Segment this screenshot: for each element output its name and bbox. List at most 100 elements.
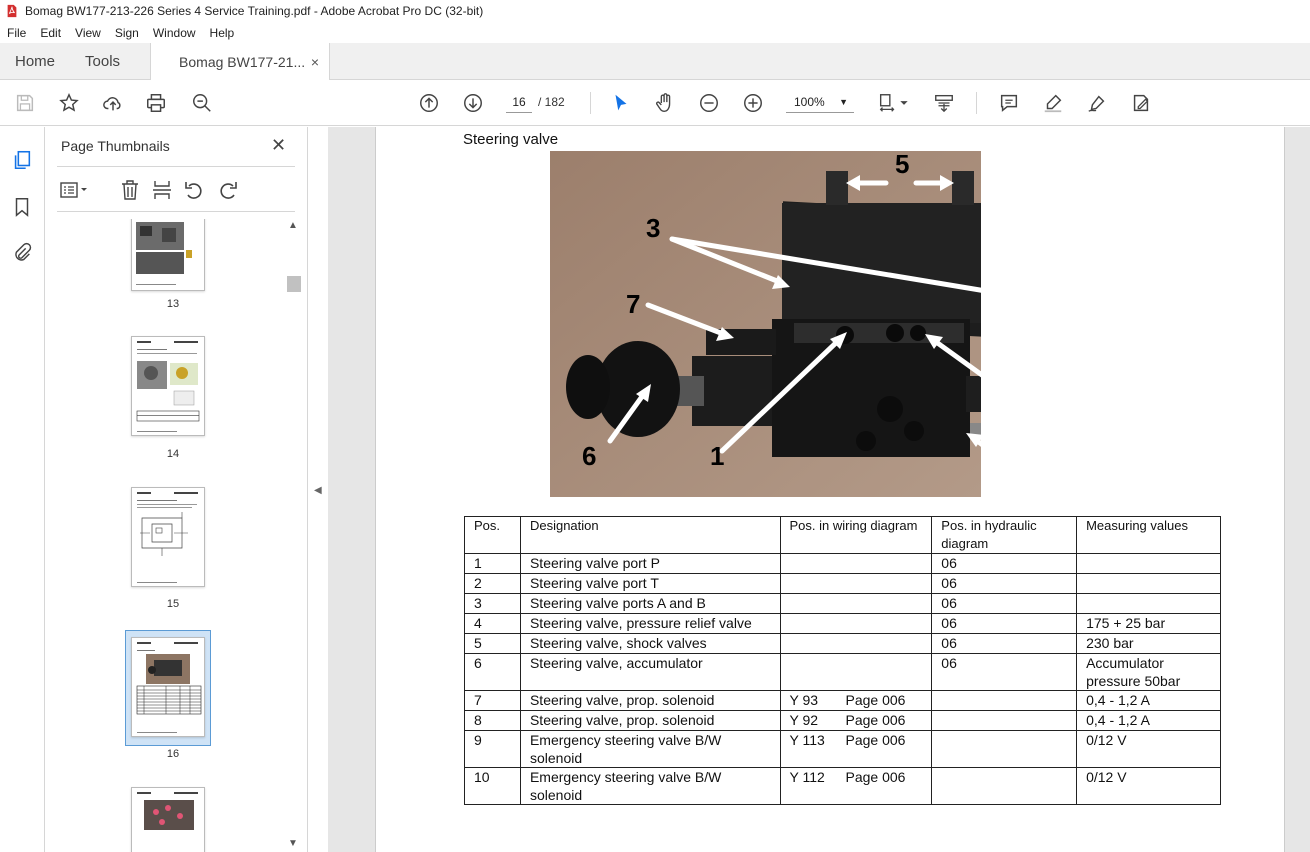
wiring-ref: Y 93 <box>789 692 819 708</box>
callout-label: 7 <box>626 289 640 319</box>
panel-divider <box>57 166 295 167</box>
table-row: 3 Steering valve ports A and B 06 <box>464 593 1221 614</box>
table-cell: 0/12 V <box>1076 730 1221 768</box>
zoom-level-value: 100% <box>794 95 825 109</box>
print-icon[interactable] <box>144 91 168 115</box>
delete-page-icon[interactable] <box>119 179 141 201</box>
page-fit-dropdown-icon[interactable] <box>898 91 910 115</box>
zoom-search-icon[interactable] <box>190 91 214 115</box>
page-preview-image <box>136 341 200 432</box>
table-row: 9 Emergency steering valve B/W solenoid Y … <box>464 730 1221 768</box>
menu-sign[interactable]: Sign <box>108 26 146 40</box>
rotate-counterclockwise-icon[interactable] <box>183 179 205 201</box>
menu-bar: File Edit View Sign Window Help <box>0 22 1310 43</box>
previous-page-icon[interactable] <box>417 91 441 115</box>
next-page-icon[interactable] <box>461 91 485 115</box>
fill-sign-icon[interactable] <box>1129 91 1153 115</box>
thumbnail-page-14[interactable] <box>131 336 205 436</box>
callout-label: 6 <box>582 441 596 471</box>
thumbnail-scrollbar[interactable]: ▲ ▼ <box>286 218 301 852</box>
table-row: 10 Emergency steering valve B/W solenoid Y… <box>464 767 1221 805</box>
column-header: Pos. in wiring diagram <box>779 516 933 554</box>
page-preview-image <box>136 222 192 285</box>
specification-table: Pos. Designation Pos. in wiring diagram … <box>464 516 1221 805</box>
select-cursor-icon[interactable] <box>609 91 633 115</box>
menu-window[interactable]: Window <box>146 26 203 40</box>
table-cell <box>1076 573 1221 594</box>
zoom-in-icon[interactable] <box>741 91 765 115</box>
scrollbar-thumb[interactable] <box>287 276 301 292</box>
page-number-input[interactable]: 16 <box>506 91 532 113</box>
table-cell: 06 <box>931 653 1078 691</box>
wiring-ref: Y 112 <box>789 769 825 785</box>
scroll-down-icon[interactable]: ▼ <box>288 838 298 849</box>
scroll-mode-icon[interactable] <box>932 91 956 115</box>
table-cell: Steering valve port P <box>519 553 781 574</box>
table-cell <box>779 653 933 691</box>
comment-icon[interactable] <box>997 91 1021 115</box>
zoom-level-select[interactable]: 100% ▼ <box>786 91 854 113</box>
table-cell: Steering valve, accumulator <box>519 653 781 691</box>
thumbnail-page-16[interactable] <box>131 637 205 737</box>
table-cell: Y 113 Page 006 <box>779 730 933 768</box>
extract-page-icon[interactable] <box>151 179 173 201</box>
table-cell: Steering valve, prop. solenoid <box>519 710 781 731</box>
column-header: Measuring values <box>1076 516 1221 554</box>
close-panel-icon[interactable]: ✕ <box>271 135 286 156</box>
table-cell: Y 93 Page 006 <box>779 690 933 711</box>
menu-view[interactable]: View <box>68 26 108 40</box>
page-thumbnails-icon[interactable] <box>11 149 33 171</box>
table-row: 7 Steering valve, prop. solenoid Y 93 Page … <box>464 690 1221 711</box>
page-total: / 182 <box>538 95 565 109</box>
hand-tool-icon[interactable] <box>653 91 677 115</box>
table-cell <box>931 767 1078 805</box>
table-cell: 06 <box>931 573 1078 594</box>
bookmark-star-icon[interactable] <box>57 91 81 115</box>
callout-label: 3 <box>646 213 660 243</box>
attachments-icon[interactable] <box>11 242 33 264</box>
table-cell: 06 <box>931 593 1078 614</box>
thumbnail-page-17[interactable] <box>131 787 205 852</box>
close-tab-icon[interactable]: × <box>311 54 319 70</box>
column-header: Pos. in hydraulic diagram <box>931 516 1078 554</box>
table-cell: 7 <box>464 690 521 711</box>
thumbnail-options-icon[interactable] <box>59 179 89 201</box>
tab-document[interactable]: Bomag BW177-21... × <box>150 43 331 81</box>
zoom-out-icon[interactable] <box>697 91 721 115</box>
callout-label: 5 <box>895 151 909 179</box>
table-cell: Emergency steering valve B/W solenoid <box>519 767 781 805</box>
panel-title: Page Thumbnails <box>61 138 170 154</box>
table-row: 1 Steering valve port P 06 <box>464 553 1221 574</box>
table-cell: 0/12 V <box>1076 767 1221 805</box>
tab-tools[interactable]: Tools <box>70 43 135 79</box>
panel-splitter[interactable]: ◀ <box>308 127 328 852</box>
table-cell <box>779 593 933 614</box>
page-fit-icon[interactable] <box>876 91 900 115</box>
save-icon[interactable] <box>13 91 37 115</box>
tab-home[interactable]: Home <box>0 43 70 79</box>
toolbar: 16 / 182 100% ▼ <box>0 80 1310 126</box>
wiring-page: Page 006 <box>845 692 906 708</box>
collapse-panel-icon[interactable]: ◀ <box>314 485 322 496</box>
window-title: Bomag BW177-213-226 Series 4 Service Tra… <box>25 4 484 18</box>
table-cell: 0,4 - 1,2 A <box>1076 710 1221 731</box>
table-cell: 06 <box>931 633 1078 654</box>
document-viewport[interactable]: Steering valve 5 3 7 6 1 Pos. Designatio… <box>328 127 1310 852</box>
upload-cloud-icon[interactable] <box>101 91 125 115</box>
thumbnail-page-13[interactable] <box>131 219 205 291</box>
table-cell: Emergency steering valve B/W solenoid <box>519 730 781 768</box>
menu-help[interactable]: Help <box>203 26 242 40</box>
draw-signature-icon[interactable] <box>1085 91 1109 115</box>
menu-edit[interactable]: Edit <box>33 26 68 40</box>
bookmarks-icon[interactable] <box>11 196 33 218</box>
page-preview-image <box>137 492 198 583</box>
table-cell <box>931 690 1078 711</box>
highlight-pen-icon[interactable] <box>1041 91 1065 115</box>
left-navigation-rail <box>0 127 45 852</box>
wiring-page: Page 006 <box>845 732 906 748</box>
rotate-clockwise-icon[interactable] <box>217 179 239 201</box>
thumbnail-page-15[interactable] <box>131 487 205 587</box>
menu-file[interactable]: File <box>0 26 33 40</box>
scroll-up-icon[interactable]: ▲ <box>288 220 298 231</box>
table-cell: 2 <box>464 573 521 594</box>
